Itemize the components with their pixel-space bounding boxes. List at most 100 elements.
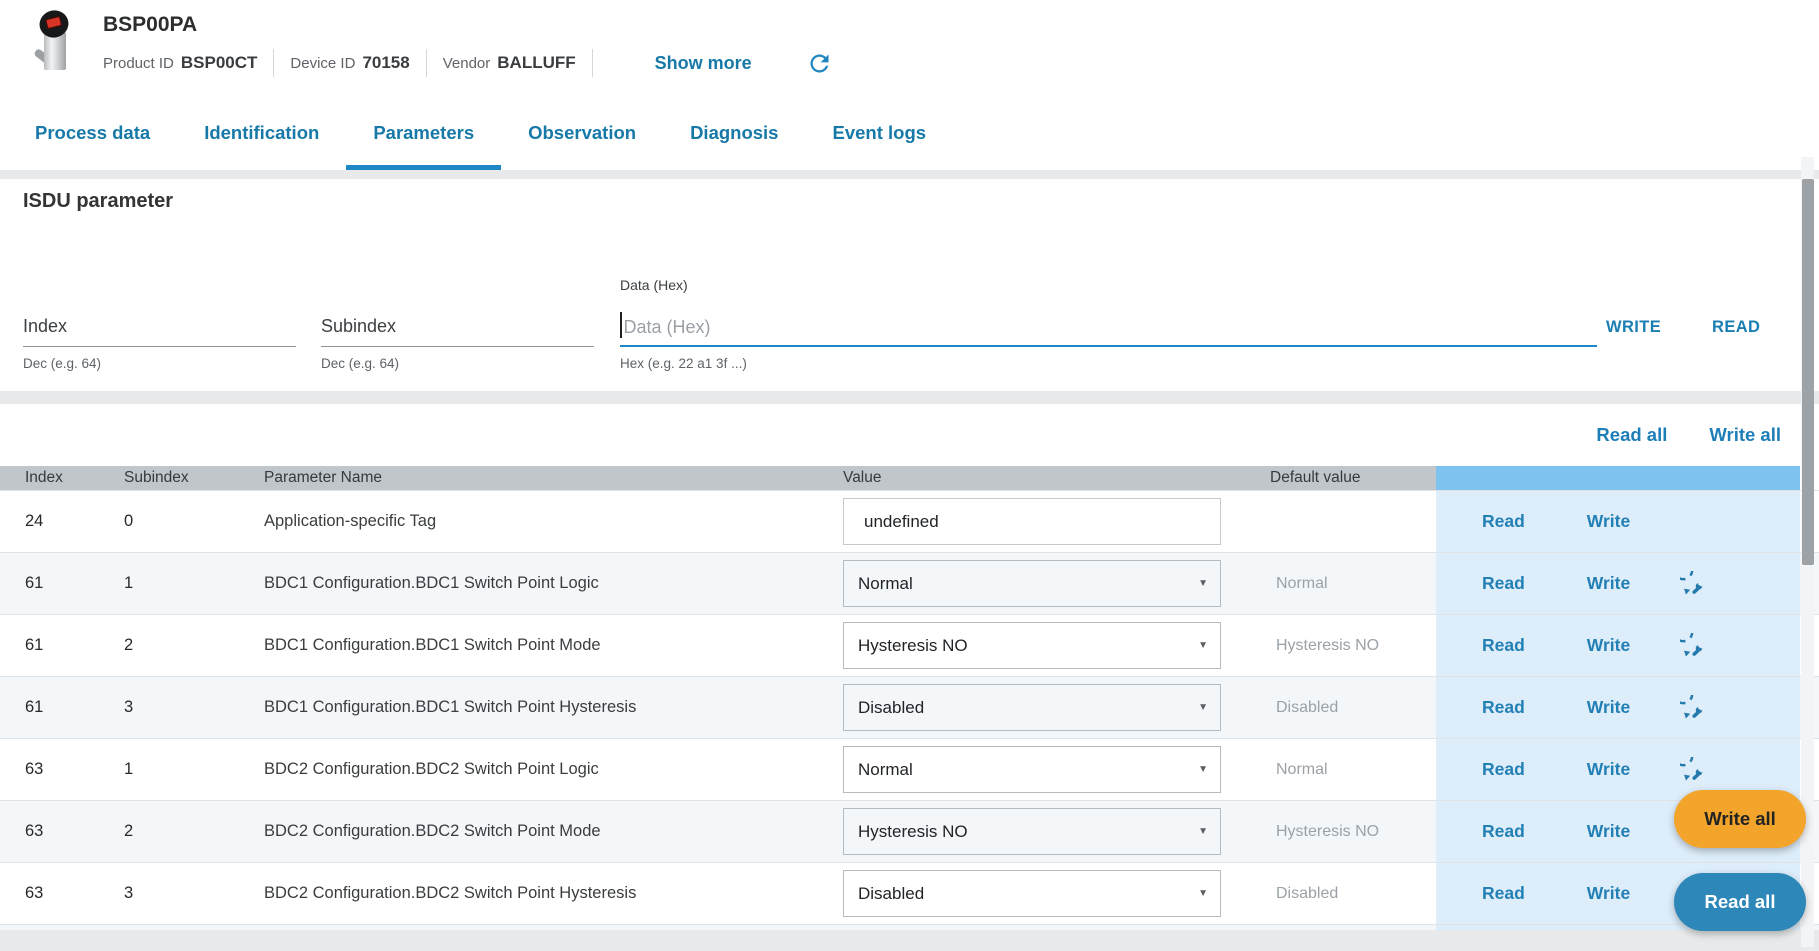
data-hex-helper-text: Hex (e.g. 22 a1 3f ...) — [620, 356, 1597, 371]
divider — [273, 49, 274, 77]
row-write-button[interactable]: Write — [1587, 573, 1630, 594]
write-all-link[interactable]: Write all — [1709, 424, 1781, 446]
cell-parameter-name: BDC1 Configuration.BDC1 Switch Point Log… — [240, 553, 836, 614]
column-header-subindex: Subindex — [96, 466, 240, 490]
meta-label: Product ID — [103, 55, 174, 72]
reset-to-default-icon[interactable] — [1680, 571, 1705, 596]
refresh-icon[interactable] — [806, 49, 834, 77]
value-dropdown[interactable]: Hysteresis NO ▼ — [843, 622, 1221, 669]
value-dropdown[interactable]: Disabled ▼ — [843, 870, 1221, 917]
cell-parameter-name: BDC2 Configuration.BDC2 Switch Point Log… — [240, 739, 836, 800]
read-all-link[interactable]: Read all — [1596, 424, 1667, 446]
row-write-button[interactable]: Write — [1587, 821, 1630, 842]
row-read-button[interactable]: Read — [1482, 883, 1525, 904]
cell-index: 61 — [0, 553, 96, 614]
cell-default-value: Normal — [1260, 553, 1436, 614]
section-title: ISDU parameter — [23, 190, 173, 213]
meta-label: Device ID — [290, 55, 355, 72]
tab-process-data[interactable]: Process data — [8, 100, 177, 170]
row-read-button[interactable]: Read — [1482, 759, 1525, 780]
device-photo — [24, 8, 82, 74]
reset-to-default-icon[interactable] — [1680, 695, 1705, 720]
value-text-input[interactable]: undefined — [843, 498, 1221, 545]
cell-default-value — [1260, 925, 1436, 930]
read-button[interactable]: READ — [1712, 318, 1760, 337]
row-write-button[interactable]: Write — [1587, 759, 1630, 780]
dropdown-arrow-icon: ▼ — [1198, 702, 1208, 713]
tab-observation[interactable]: Observation — [501, 100, 663, 170]
row-read-button[interactable]: Read — [1482, 511, 1525, 532]
data-hex-input[interactable]: Data (Hex) — [620, 299, 1597, 347]
index-input[interactable]: Index — [23, 299, 296, 347]
meta-label: Vendor — [443, 55, 491, 72]
reset-to-default-icon[interactable] — [1680, 633, 1705, 658]
tab-event-logs[interactable]: Event logs — [805, 100, 953, 170]
cell-actions: Read Write — [1436, 553, 1800, 614]
row-write-button[interactable]: Write — [1587, 635, 1630, 656]
value-dropdown[interactable]: Disabled ▼ — [843, 684, 1221, 731]
value-dropdown[interactable]: Normal ▼ — [843, 560, 1221, 607]
value-dropdown[interactable]: Normal ▼ — [843, 746, 1221, 793]
row-write-button[interactable]: Write — [1587, 697, 1630, 718]
subindex-input-label: Subindex — [321, 316, 396, 337]
cell-index — [0, 925, 96, 930]
tab-parameters[interactable]: Parameters — [346, 100, 501, 170]
cell-subindex: 2 — [96, 801, 240, 862]
column-header-default-value: Default value — [1260, 466, 1436, 490]
cell-index: 61 — [0, 615, 96, 676]
cell-default-value — [1260, 491, 1436, 552]
tab-identification[interactable]: Identification — [177, 100, 346, 170]
show-more-link[interactable]: Show more — [655, 53, 752, 74]
cell-default-value: Hysteresis NO — [1260, 801, 1436, 862]
cell-value: undefined — [836, 491, 1260, 552]
cell-value — [836, 925, 1260, 930]
cell-value: Normal ▼ — [836, 739, 1260, 800]
cell-actions: Read Write — [1436, 491, 1800, 552]
cell-subindex: 2 — [96, 615, 240, 676]
reset-to-default-icon[interactable] — [1680, 757, 1705, 782]
row-read-button[interactable]: Read — [1482, 697, 1525, 718]
value-dropdown[interactable]: Hysteresis NO ▼ — [843, 808, 1221, 855]
table-row: 63 3 BDC2 Configuration.BDC2 Switch Poin… — [0, 862, 1819, 924]
table-row: 61 2 BDC1 Configuration.BDC1 Switch Poin… — [0, 614, 1819, 676]
value-text: Normal — [858, 760, 913, 780]
row-read-button[interactable]: Read — [1482, 821, 1525, 842]
cell-index: 63 — [0, 863, 96, 924]
scrollbar-thumb[interactable] — [1802, 179, 1814, 565]
index-field[interactable]: Index Dec (e.g. 64) — [23, 299, 296, 371]
data-hex-field[interactable]: Data (Hex) Data (Hex) Hex (e.g. 22 a1 3f… — [620, 275, 1597, 371]
row-read-button[interactable]: Read — [1482, 573, 1525, 594]
write-button[interactable]: WRITE — [1606, 318, 1661, 337]
meta-value-product-id: BSP00CT — [181, 53, 258, 73]
cell-index: 63 — [0, 801, 96, 862]
cell-value: Disabled ▼ — [836, 863, 1260, 924]
index-helper-text: Dec (e.g. 64) — [23, 356, 296, 371]
cell-value: Hysteresis NO ▼ — [836, 801, 1260, 862]
cell-value: Normal ▼ — [836, 553, 1260, 614]
row-read-button[interactable]: Read — [1482, 635, 1525, 656]
cell-value: Hysteresis NO ▼ — [836, 615, 1260, 676]
cell-default-value: Disabled — [1260, 863, 1436, 924]
read-all-fab-button[interactable]: Read all — [1674, 873, 1806, 931]
column-header-actions — [1436, 466, 1800, 490]
subindex-field[interactable]: Subindex Dec (e.g. 64) — [321, 299, 594, 371]
table-row: 63 1 BDC2 Configuration.BDC2 Switch Poin… — [0, 738, 1819, 800]
cell-subindex: 3 — [96, 863, 240, 924]
write-all-fab-button[interactable]: Write all — [1674, 790, 1806, 848]
parameter-table-section: Read all Write all Index Subindex Parame… — [0, 404, 1819, 930]
page-title: BSP00PA — [103, 13, 197, 37]
cell-parameter-name: BDC2 Configuration.BDC2 Switch Point Mod… — [240, 801, 836, 862]
subindex-input[interactable]: Subindex — [321, 299, 594, 347]
data-hex-label: Data (Hex) — [620, 275, 1597, 299]
cell-parameter-name: BDC1 Configuration.BDC1 Switch Point Hys… — [240, 677, 836, 738]
tab-bar: Process dataIdentificationParametersObse… — [0, 100, 1819, 170]
dropdown-arrow-icon: ▼ — [1198, 826, 1208, 837]
row-write-button[interactable]: Write — [1587, 883, 1630, 904]
index-input-label: Index — [23, 316, 67, 337]
row-write-button[interactable]: Write — [1587, 511, 1630, 532]
cell-subindex: 1 — [96, 553, 240, 614]
cell-index: 61 — [0, 677, 96, 738]
dropdown-arrow-icon: ▼ — [1198, 764, 1208, 775]
cell-subindex: 3 — [96, 677, 240, 738]
tab-diagnosis[interactable]: Diagnosis — [663, 100, 805, 170]
